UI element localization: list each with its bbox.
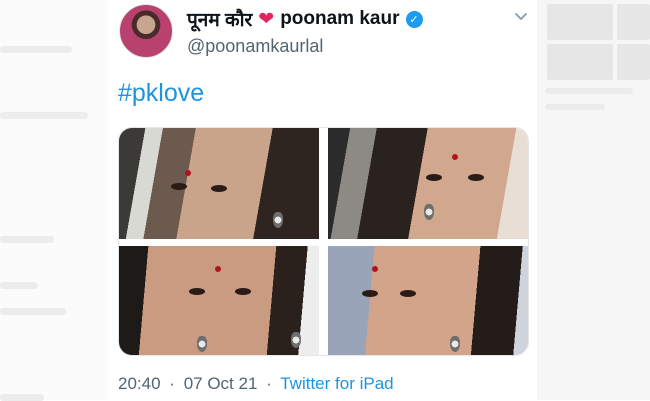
photo-detail: [171, 183, 187, 190]
photo-detail: [291, 332, 301, 348]
blurred-text-line: [0, 46, 72, 53]
photo-detail: [362, 290, 378, 297]
separator-dot: ·: [266, 374, 272, 393]
tweet-card[interactable]: पूनम कौर ❤ poonam kaur ✓ @poonamkaurlal …: [108, 0, 537, 400]
photo-detail: [235, 288, 251, 295]
photo-detail: [372, 266, 378, 272]
photo-1[interactable]: [119, 128, 319, 239]
blurred-media-thumb: [617, 44, 650, 80]
photo-detail: [426, 174, 442, 181]
tweet-time[interactable]: 20:40: [118, 374, 161, 393]
photo-4[interactable]: [328, 246, 528, 355]
photo-2[interactable]: [328, 128, 528, 239]
photo-detail: [189, 288, 205, 295]
blurred-media-thumb: [547, 44, 613, 80]
blurred-media-thumb: [617, 4, 650, 40]
avatar[interactable]: [119, 4, 173, 58]
display-name-hindi: पूनम कौर: [187, 10, 253, 31]
blurred-text-line: [545, 88, 633, 94]
right-column-blurred: [537, 0, 650, 400]
hashtag-link[interactable]: #pklove: [118, 79, 204, 108]
photo-detail: [273, 212, 283, 228]
chevron-down-icon[interactable]: [512, 8, 530, 26]
blurred-text-line: [0, 308, 66, 315]
photo-detail: [468, 174, 484, 181]
blurred-text-line: [0, 112, 88, 119]
photo-detail: [215, 266, 221, 272]
user-handle[interactable]: @poonamkaurlal: [187, 36, 323, 57]
blurred-media-thumb: [547, 4, 613, 40]
media-grid: [118, 127, 529, 356]
photo-detail: [211, 185, 227, 192]
photo-detail: [452, 154, 458, 160]
photo-detail: [424, 204, 434, 220]
photo-detail: [185, 170, 191, 176]
photo-3[interactable]: [119, 246, 319, 355]
photo-detail: [400, 290, 416, 297]
red-heart-icon: ❤: [258, 8, 275, 30]
photo-detail: [450, 336, 460, 352]
display-name-row[interactable]: पूनम कौर ❤ poonam kaur ✓: [187, 6, 423, 32]
display-name: poonam kaur: [280, 8, 400, 29]
tweet-date[interactable]: 07 Oct 21: [184, 374, 258, 393]
source-link[interactable]: Twitter for iPad: [280, 374, 393, 393]
blurred-text-line: [0, 282, 38, 289]
tweet-metadata: 20:40 · 07 Oct 21 · Twitter for iPad: [118, 374, 394, 394]
verified-badge-icon: ✓: [405, 10, 423, 28]
separator-dot: ·: [169, 374, 175, 393]
blurred-text-line: [0, 236, 54, 243]
left-column-blurred: [0, 0, 109, 401]
photo-detail: [197, 336, 207, 352]
blurred-text-line: [545, 104, 605, 110]
